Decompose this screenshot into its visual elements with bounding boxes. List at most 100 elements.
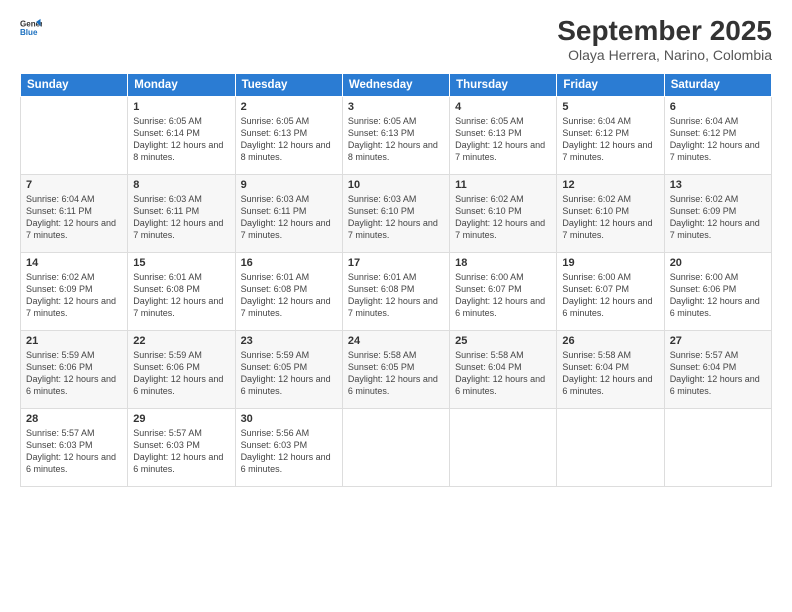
calendar-cell: 21 Sunrise: 5:59 AMSunset: 6:06 PMDayligh… — [21, 330, 128, 408]
day-number: 16 — [241, 257, 337, 269]
day-number: 14 — [26, 257, 122, 269]
day-number: 17 — [348, 257, 444, 269]
calendar-cell: 17 Sunrise: 6:01 AMSunset: 6:08 PMDayligh… — [342, 252, 449, 330]
calendar-cell: 23Sunrise: 5:59 AMSunset: 6:05 PMDayligh… — [235, 330, 342, 408]
day-number: 25 — [455, 335, 551, 347]
cell-info: Sunrise: 6:03 AMSunset: 6:11 PMDaylight:… — [133, 193, 229, 242]
cell-info: Sunrise: 6:04 AMSunset: 6:12 PMDaylight:… — [562, 115, 658, 164]
cell-info: Sunrise: 5:59 AMSunset: 6:06 PMDaylight:… — [26, 349, 122, 398]
calendar-cell — [21, 96, 128, 174]
cell-info: Sunrise: 6:01 AMSunset: 6:08 PMDaylight:… — [241, 271, 337, 320]
cell-info: Sunrise: 5:56 AMSunset: 6:03 PMDaylight:… — [241, 427, 337, 476]
calendar-week-row: 28 Sunrise: 5:57 AMSunset: 6:03 PMDayligh… — [21, 408, 772, 486]
title-area: September 2025 Olaya Herrera, Narino, Co… — [557, 16, 772, 63]
calendar-cell: 14 Sunrise: 6:02 AMSunset: 6:09 PMDayligh… — [21, 252, 128, 330]
logo-icon: General Blue — [20, 16, 42, 38]
calendar-cell — [664, 408, 771, 486]
day-number: 15 — [133, 257, 229, 269]
cell-info: Sunrise: 6:02 AMSunset: 6:09 PMDaylight:… — [670, 193, 766, 242]
day-number: 19 — [562, 257, 658, 269]
calendar-week-row: 7Sunrise: 6:04 AMSunset: 6:11 PMDaylight… — [21, 174, 772, 252]
cell-info: Sunrise: 6:02 AMSunset: 6:10 PMDaylight:… — [562, 193, 658, 242]
header-row: Sunday Monday Tuesday Wednesday Thursday… — [21, 73, 772, 96]
calendar-cell: 19Sunrise: 6:00 AMSunset: 6:07 PMDayligh… — [557, 252, 664, 330]
calendar-cell: 16 Sunrise: 6:01 AMSunset: 6:08 PMDayligh… — [235, 252, 342, 330]
day-number: 7 — [26, 179, 122, 191]
calendar-cell: 1Sunrise: 6:05 AMSunset: 6:14 PMDaylight… — [128, 96, 235, 174]
calendar-week-row: 1Sunrise: 6:05 AMSunset: 6:14 PMDaylight… — [21, 96, 772, 174]
cell-info: Sunrise: 5:59 AMSunset: 6:05 PMDaylight:… — [241, 349, 337, 398]
cell-info: Sunrise: 5:58 AMSunset: 6:04 PMDaylight:… — [562, 349, 658, 398]
cell-info: Sunrise: 5:59 AMSunset: 6:06 PMDaylight:… — [133, 349, 229, 398]
day-number: 2 — [241, 101, 337, 113]
calendar-week-row: 21 Sunrise: 5:59 AMSunset: 6:06 PMDayligh… — [21, 330, 772, 408]
col-friday: Friday — [557, 73, 664, 96]
calendar-table: Sunday Monday Tuesday Wednesday Thursday… — [20, 73, 772, 487]
day-number: 21 — [26, 335, 122, 347]
cell-info: Sunrise: 6:04 AMSunset: 6:12 PMDaylight:… — [670, 115, 766, 164]
day-number: 29 — [133, 413, 229, 425]
day-number: 13 — [670, 179, 766, 191]
cell-info: Sunrise: 6:00 AMSunset: 6:07 PMDaylight:… — [455, 271, 551, 320]
logo: General Blue General Blue — [20, 16, 42, 38]
day-number: 12 — [562, 179, 658, 191]
cell-info: Sunrise: 6:01 AMSunset: 6:08 PMDaylight:… — [133, 271, 229, 320]
cell-info: Sunrise: 6:01 AMSunset: 6:08 PMDaylight:… — [348, 271, 444, 320]
calendar-cell: 9 Sunrise: 6:03 AMSunset: 6:11 PMDaylight… — [235, 174, 342, 252]
cell-info: Sunrise: 6:03 AMSunset: 6:11 PMDaylight:… — [241, 193, 337, 242]
calendar-cell: 30 Sunrise: 5:56 AMSunset: 6:03 PMDayligh… — [235, 408, 342, 486]
cell-info: Sunrise: 6:02 AMSunset: 6:09 PMDaylight:… — [26, 271, 122, 320]
day-number: 3 — [348, 101, 444, 113]
day-number: 6 — [670, 101, 766, 113]
calendar-cell: 13 Sunrise: 6:02 AMSunset: 6:09 PMDayligh… — [664, 174, 771, 252]
calendar-cell: 2 Sunrise: 6:05 AMSunset: 6:13 PMDaylight… — [235, 96, 342, 174]
cell-info: Sunrise: 5:57 AMSunset: 6:04 PMDaylight:… — [670, 349, 766, 398]
calendar-cell: 18Sunrise: 6:00 AMSunset: 6:07 PMDayligh… — [450, 252, 557, 330]
col-monday: Monday — [128, 73, 235, 96]
cell-info: Sunrise: 5:57 AMSunset: 6:03 PMDaylight:… — [26, 427, 122, 476]
day-number: 8 — [133, 179, 229, 191]
calendar-cell: 12 Sunrise: 6:02 AMSunset: 6:10 PMDayligh… — [557, 174, 664, 252]
cell-info: Sunrise: 6:05 AMSunset: 6:13 PMDaylight:… — [348, 115, 444, 164]
cell-info: Sunrise: 6:00 AMSunset: 6:06 PMDaylight:… — [670, 271, 766, 320]
col-sunday: Sunday — [21, 73, 128, 96]
day-number: 11 — [455, 179, 551, 191]
cell-info: Sunrise: 5:58 AMSunset: 6:05 PMDaylight:… — [348, 349, 444, 398]
calendar-cell: 5Sunrise: 6:04 AMSunset: 6:12 PMDaylight… — [557, 96, 664, 174]
calendar-cell: 22Sunrise: 5:59 AMSunset: 6:06 PMDayligh… — [128, 330, 235, 408]
calendar-cell: 27Sunrise: 5:57 AMSunset: 6:04 PMDayligh… — [664, 330, 771, 408]
calendar-week-row: 14 Sunrise: 6:02 AMSunset: 6:09 PMDayligh… — [21, 252, 772, 330]
svg-text:Blue: Blue — [20, 28, 38, 37]
day-number: 28 — [26, 413, 122, 425]
cell-info: Sunrise: 5:58 AMSunset: 6:04 PMDaylight:… — [455, 349, 551, 398]
col-saturday: Saturday — [664, 73, 771, 96]
calendar-cell: 28 Sunrise: 5:57 AMSunset: 6:03 PMDayligh… — [21, 408, 128, 486]
cell-info: Sunrise: 6:05 AMSunset: 6:14 PMDaylight:… — [133, 115, 229, 164]
calendar-cell: 3 Sunrise: 6:05 AMSunset: 6:13 PMDaylight… — [342, 96, 449, 174]
day-number: 9 — [241, 179, 337, 191]
calendar-cell: 10Sunrise: 6:03 AMSunset: 6:10 PMDayligh… — [342, 174, 449, 252]
day-number: 30 — [241, 413, 337, 425]
cell-info: Sunrise: 6:05 AMSunset: 6:13 PMDaylight:… — [455, 115, 551, 164]
location-subtitle: Olaya Herrera, Narino, Colombia — [557, 47, 772, 63]
calendar-cell: 24 Sunrise: 5:58 AMSunset: 6:05 PMDayligh… — [342, 330, 449, 408]
calendar-cell: 29 Sunrise: 5:57 AMSunset: 6:03 PMDayligh… — [128, 408, 235, 486]
calendar-cell — [450, 408, 557, 486]
cell-info: Sunrise: 6:05 AMSunset: 6:13 PMDaylight:… — [241, 115, 337, 164]
calendar-cell — [342, 408, 449, 486]
day-number: 24 — [348, 335, 444, 347]
calendar-cell: 11 Sunrise: 6:02 AMSunset: 6:10 PMDayligh… — [450, 174, 557, 252]
calendar-cell: 25 Sunrise: 5:58 AMSunset: 6:04 PMDayligh… — [450, 330, 557, 408]
day-number: 20 — [670, 257, 766, 269]
cell-info: Sunrise: 6:02 AMSunset: 6:10 PMDaylight:… — [455, 193, 551, 242]
calendar-cell: 7Sunrise: 6:04 AMSunset: 6:11 PMDaylight… — [21, 174, 128, 252]
calendar-cell: 15 Sunrise: 6:01 AMSunset: 6:08 PMDayligh… — [128, 252, 235, 330]
col-wednesday: Wednesday — [342, 73, 449, 96]
cell-info: Sunrise: 5:57 AMSunset: 6:03 PMDaylight:… — [133, 427, 229, 476]
page: General Blue General Blue September 2025… — [0, 0, 792, 612]
col-thursday: Thursday — [450, 73, 557, 96]
calendar-cell — [557, 408, 664, 486]
calendar-cell: 26Sunrise: 5:58 AMSunset: 6:04 PMDayligh… — [557, 330, 664, 408]
month-title: September 2025 — [557, 16, 772, 47]
calendar-cell: 20 Sunrise: 6:00 AMSunset: 6:06 PMDayligh… — [664, 252, 771, 330]
